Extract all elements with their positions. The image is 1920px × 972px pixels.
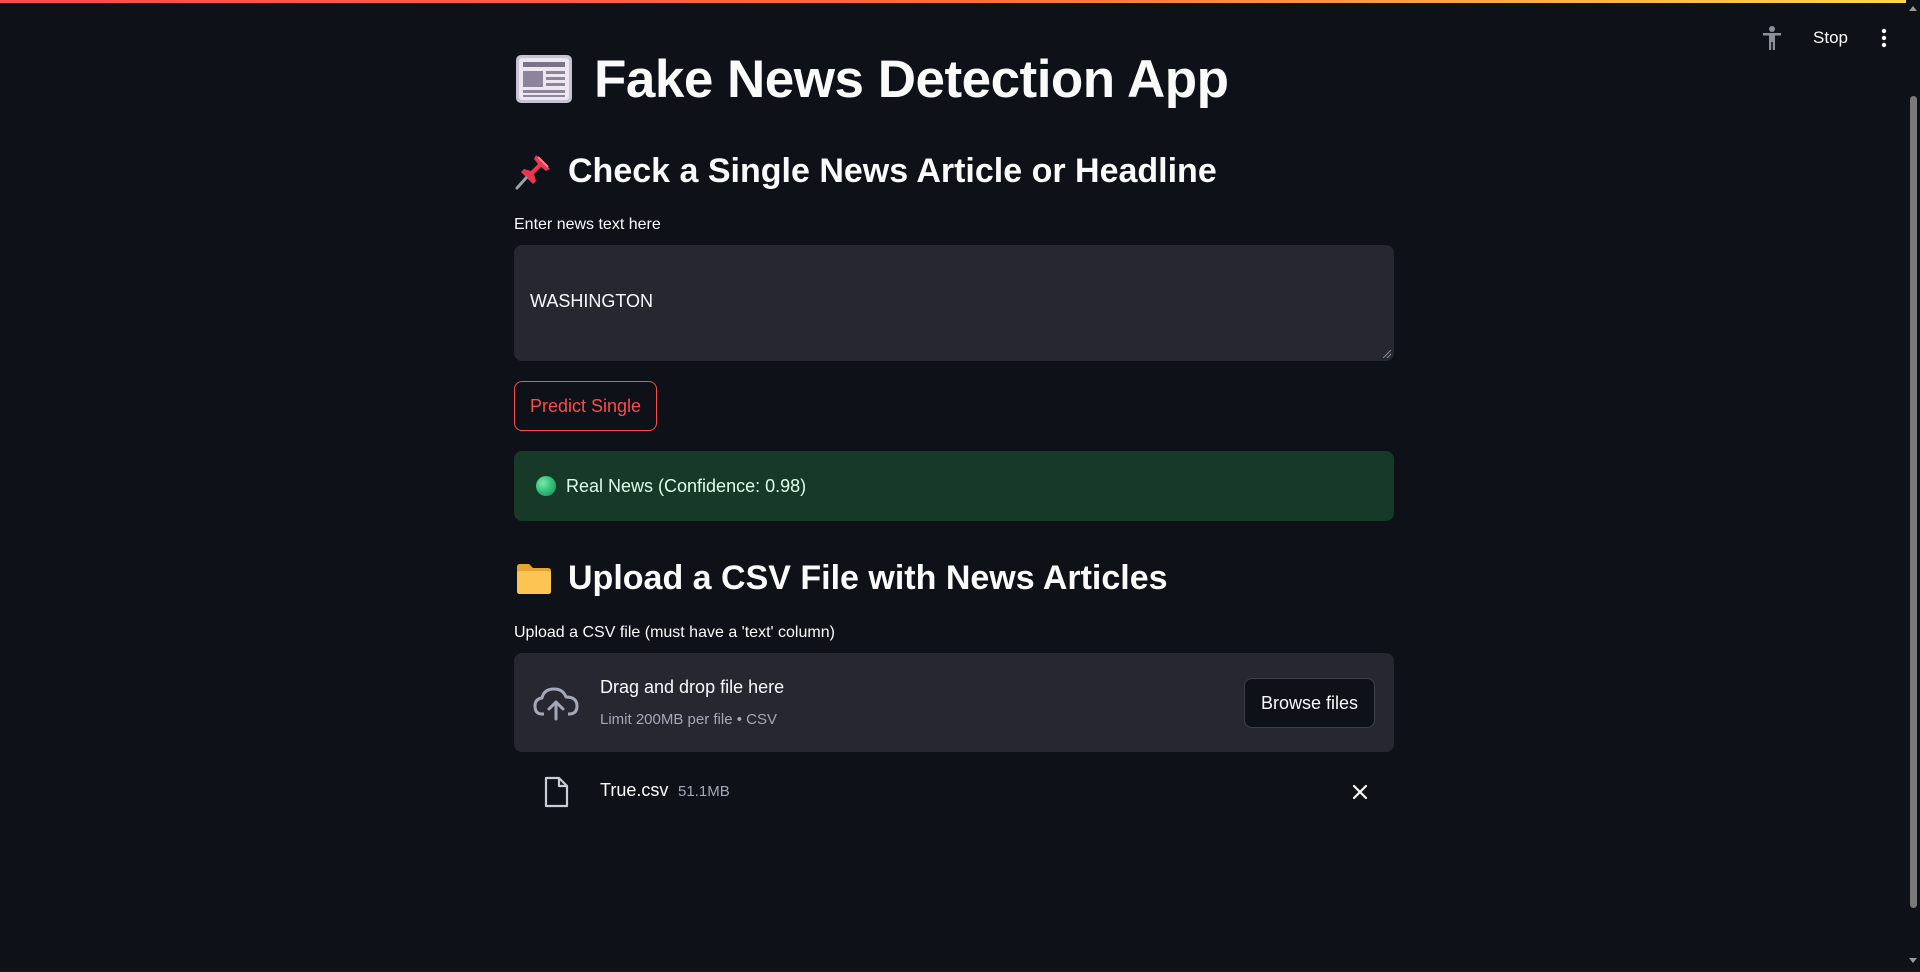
scrollbar-thumb[interactable] xyxy=(1910,96,1917,908)
resize-handle-icon[interactable] xyxy=(1383,350,1391,358)
newspaper-icon xyxy=(516,55,572,103)
dropzone-limit-text: Limit 200MB per file • CSV xyxy=(600,711,777,728)
uploaded-file-row: True.csv 51.1MB xyxy=(514,768,1394,816)
more-options-icon[interactable] xyxy=(1874,18,1894,58)
dropzone-instructions: Drag and drop file here xyxy=(600,677,785,697)
news-text-input[interactable]: WASHINGTON xyxy=(514,245,1394,361)
uploaded-file-name: True.csv xyxy=(600,780,669,800)
browse-files-button[interactable]: Browse files xyxy=(1243,678,1375,728)
single-check-heading: Check a Single News Article or Headline xyxy=(514,148,1217,194)
file-dropzone[interactable]: Drag and drop file here Limit 200MB per … xyxy=(514,653,1394,752)
prediction-result-alert: Real News (Confidence: 0.98) xyxy=(514,451,1394,521)
pushpin-icon xyxy=(515,155,550,190)
header-toolbar: Stop xyxy=(1757,18,1894,58)
page-title: Fake News Detection App xyxy=(514,46,1229,112)
uploader-label: Upload a CSV file (must have a 'text' co… xyxy=(514,624,835,641)
scroll-up-arrow-icon[interactable] xyxy=(1909,6,1917,11)
green-circle-icon xyxy=(536,476,556,496)
news-text-label: Enter news text here xyxy=(514,216,661,233)
section-heading: Check a Single News Article or Headline xyxy=(568,151,1217,190)
stop-button[interactable]: Stop xyxy=(1813,28,1848,48)
page-scrollbar[interactable] xyxy=(1906,0,1920,972)
cloud-upload-icon xyxy=(533,687,579,721)
prediction-result-text: Real News (Confidence: 0.98) xyxy=(566,475,807,496)
app-root: Stop Fake News Detection App Check a Sin… xyxy=(0,0,1920,972)
remove-file-icon[interactable] xyxy=(1348,780,1372,804)
folder-icon xyxy=(517,564,551,594)
predict-single-button[interactable]: Predict Single xyxy=(514,381,658,431)
news-text-value: WASHINGTON xyxy=(530,291,654,311)
scroll-down-arrow-icon[interactable] xyxy=(1909,958,1917,963)
section-heading: Upload a CSV File with News Articles xyxy=(568,558,1168,597)
upload-heading: Upload a CSV File with News Articles xyxy=(514,555,1168,601)
page-heading: Fake News Detection App xyxy=(594,49,1229,109)
uploaded-file-size: 51.1MB xyxy=(678,783,730,800)
top-accent-bar xyxy=(0,0,1920,3)
accessibility-icon[interactable] xyxy=(1757,18,1787,58)
file-icon xyxy=(544,776,569,808)
